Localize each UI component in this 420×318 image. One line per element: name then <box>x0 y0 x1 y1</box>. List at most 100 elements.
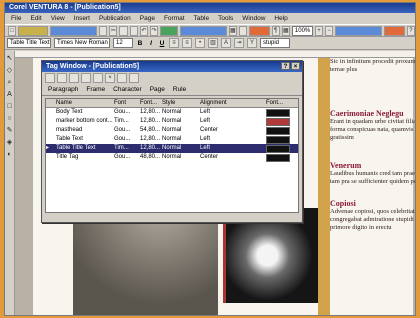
zoom-combo[interactable]: 100% <box>291 25 313 36</box>
column-font[interactable]: Font <box>114 99 140 107</box>
fill-tool-icon[interactable]: ◈ <box>7 139 12 147</box>
rename-tag-icon[interactable] <box>69 73 79 83</box>
menu-page[interactable]: Page <box>140 13 155 24</box>
indent-icon[interactable]: ⇥ <box>234 38 244 48</box>
filter-icon[interactable]: Y <box>247 38 257 48</box>
pick-tool-icon[interactable]: ↖ <box>7 55 13 63</box>
tag-combo[interactable]: Table Title Text <box>7 38 51 48</box>
tab-frame[interactable]: Frame <box>86 86 105 93</box>
application-launcher-icon[interactable] <box>335 25 383 36</box>
corel-online-icon[interactable] <box>384 25 405 36</box>
new-icon[interactable]: □ <box>8 25 17 36</box>
copy-icon[interactable] <box>119 25 128 36</box>
tag-window-title: Tag Window - [Publication5] <box>46 63 140 70</box>
bullet-icon[interactable]: • <box>195 38 205 48</box>
table-row[interactable]: Table Text Gou... 12,80... Normal Left <box>46 135 298 144</box>
horizontal-ruler[interactable] <box>15 51 415 58</box>
tag-name: Table Text <box>56 136 83 142</box>
zoom-tool-icon[interactable]: ⌕ <box>8 79 12 87</box>
tab-rule[interactable]: Rule <box>173 86 186 93</box>
bold-button[interactable]: B <box>136 40 144 47</box>
toolbox: ↖ ◇ ⌕ A □ ○ ✎ ◈ ◐ <box>5 51 15 315</box>
table-row[interactable]: Title Tag Gou... 48,80... Normal Center <box>46 153 298 162</box>
tag-size: 54,80... <box>140 127 161 133</box>
align-left-icon[interactable]: ≡ <box>169 38 179 48</box>
copy-tag-icon[interactable] <box>117 73 127 83</box>
menu-help[interactable]: Help <box>274 13 287 24</box>
search-combo[interactable]: stupid <box>260 38 290 48</box>
column-font-size[interactable]: Font... <box>140 99 162 107</box>
menu-publication[interactable]: Publication <box>99 13 131 24</box>
align-center-icon[interactable]: ≡ <box>182 38 192 48</box>
tag-style: Normal <box>162 136 182 142</box>
outline-tool-icon[interactable]: ◐ <box>7 151 11 159</box>
delete-tag-icon[interactable]: × <box>105 73 115 83</box>
shape-tool-icon[interactable]: ◇ <box>7 67 12 75</box>
body-paragraph: Erant in quadam urbe civitat filias form… <box>330 118 416 141</box>
tag-alignment: Left <box>200 136 211 142</box>
column-name[interactable]: Name <box>54 99 114 107</box>
menu-window[interactable]: Window <box>242 13 265 24</box>
tab-character[interactable]: Character <box>113 86 142 93</box>
tag-name: Body Text <box>56 109 83 115</box>
export-icon[interactable] <box>179 25 227 36</box>
help-icon[interactable]: ? <box>281 62 290 70</box>
find-tag-icon[interactable] <box>93 73 103 83</box>
menu-file[interactable]: File <box>11 13 21 24</box>
print-icon[interactable] <box>99 25 108 36</box>
paragraph-icon[interactable]: ¶ <box>271 25 280 36</box>
graphics-icon[interactable] <box>249 25 270 36</box>
menu-table[interactable]: Table <box>194 13 210 24</box>
table-row[interactable]: marker bottom cont... Tim... 12,80... No… <box>46 117 298 126</box>
table-row[interactable]: Body Text Gou... 12,80... Normal Left <box>46 108 298 117</box>
menu-view[interactable]: View <box>51 13 65 24</box>
close-icon[interactable]: × <box>291 62 300 70</box>
tab-page[interactable]: Page <box>150 86 165 93</box>
help-icon[interactable]: ? <box>406 25 415 36</box>
tag-name: Title Tag <box>56 154 79 160</box>
undo-icon[interactable]: ↶ <box>139 25 148 36</box>
tab-paragraph[interactable]: Paragraph <box>48 86 78 93</box>
frame-tool-icon[interactable]: □ <box>7 103 11 111</box>
underline-button[interactable]: U <box>158 40 166 47</box>
apply-tag-icon[interactable] <box>57 73 67 83</box>
text-color-icon[interactable]: A <box>221 38 231 48</box>
text-column[interactable]: Sic in infinitum procedit proxumas et te… <box>330 58 416 315</box>
tag-properties-icon[interactable] <box>81 73 91 83</box>
menu-insert[interactable]: Insert <box>74 13 90 24</box>
tag-window-titlebar[interactable]: Tag Window - [Publication5] ? × <box>42 61 302 72</box>
paste-icon[interactable] <box>129 25 138 36</box>
tag-size: 12,80... <box>140 136 161 142</box>
table-row[interactable]: masthead Gou... 54,80... Normal Center <box>46 126 298 135</box>
columns-icon[interactable]: ▥ <box>208 38 218 48</box>
new-tag-icon[interactable] <box>45 73 55 83</box>
zoom-in-icon[interactable]: + <box>314 25 324 36</box>
ellipse-tool-icon[interactable]: ○ <box>7 115 11 123</box>
redo-icon[interactable]: ↷ <box>149 25 159 36</box>
menu-format[interactable]: Format <box>164 13 185 24</box>
tag-alignment: Center <box>200 127 219 133</box>
paste-tag-icon[interactable] <box>129 73 139 83</box>
grid-icon[interactable]: ▦ <box>281 25 290 36</box>
italic-button[interactable]: I <box>147 40 155 47</box>
table-row-selected[interactable]: ▸ Table Title Text Tim... 12,80... Norma… <box>46 144 298 153</box>
table-icon[interactable]: ▦ <box>228 25 237 36</box>
font-size-combo[interactable]: 12 <box>113 38 133 48</box>
text-tool-icon[interactable]: A <box>7 91 12 99</box>
column-style[interactable]: Style <box>162 99 200 107</box>
column-font-color[interactable]: Font... <box>266 99 294 107</box>
column-alignment[interactable]: Alignment <box>200 99 266 107</box>
open-icon[interactable] <box>18 25 48 36</box>
pen-tool-icon[interactable]: ✎ <box>7 127 13 135</box>
frame-icon[interactable] <box>238 25 248 36</box>
menu-edit[interactable]: Edit <box>30 13 41 24</box>
app-window: Corel VENTURA 8 - [Publication5] File Ed… <box>4 2 416 316</box>
zoom-out-icon[interactable]: − <box>325 25 334 36</box>
cut-icon[interactable]: ✂ <box>109 25 118 36</box>
menu-tools[interactable]: Tools <box>218 13 233 24</box>
save-icon[interactable] <box>49 25 98 36</box>
import-icon[interactable] <box>160 25 178 36</box>
font-color-swatch <box>266 135 290 144</box>
font-combo[interactable]: Times New Roman <box>54 38 110 48</box>
tag-font: Gou... <box>114 127 131 133</box>
